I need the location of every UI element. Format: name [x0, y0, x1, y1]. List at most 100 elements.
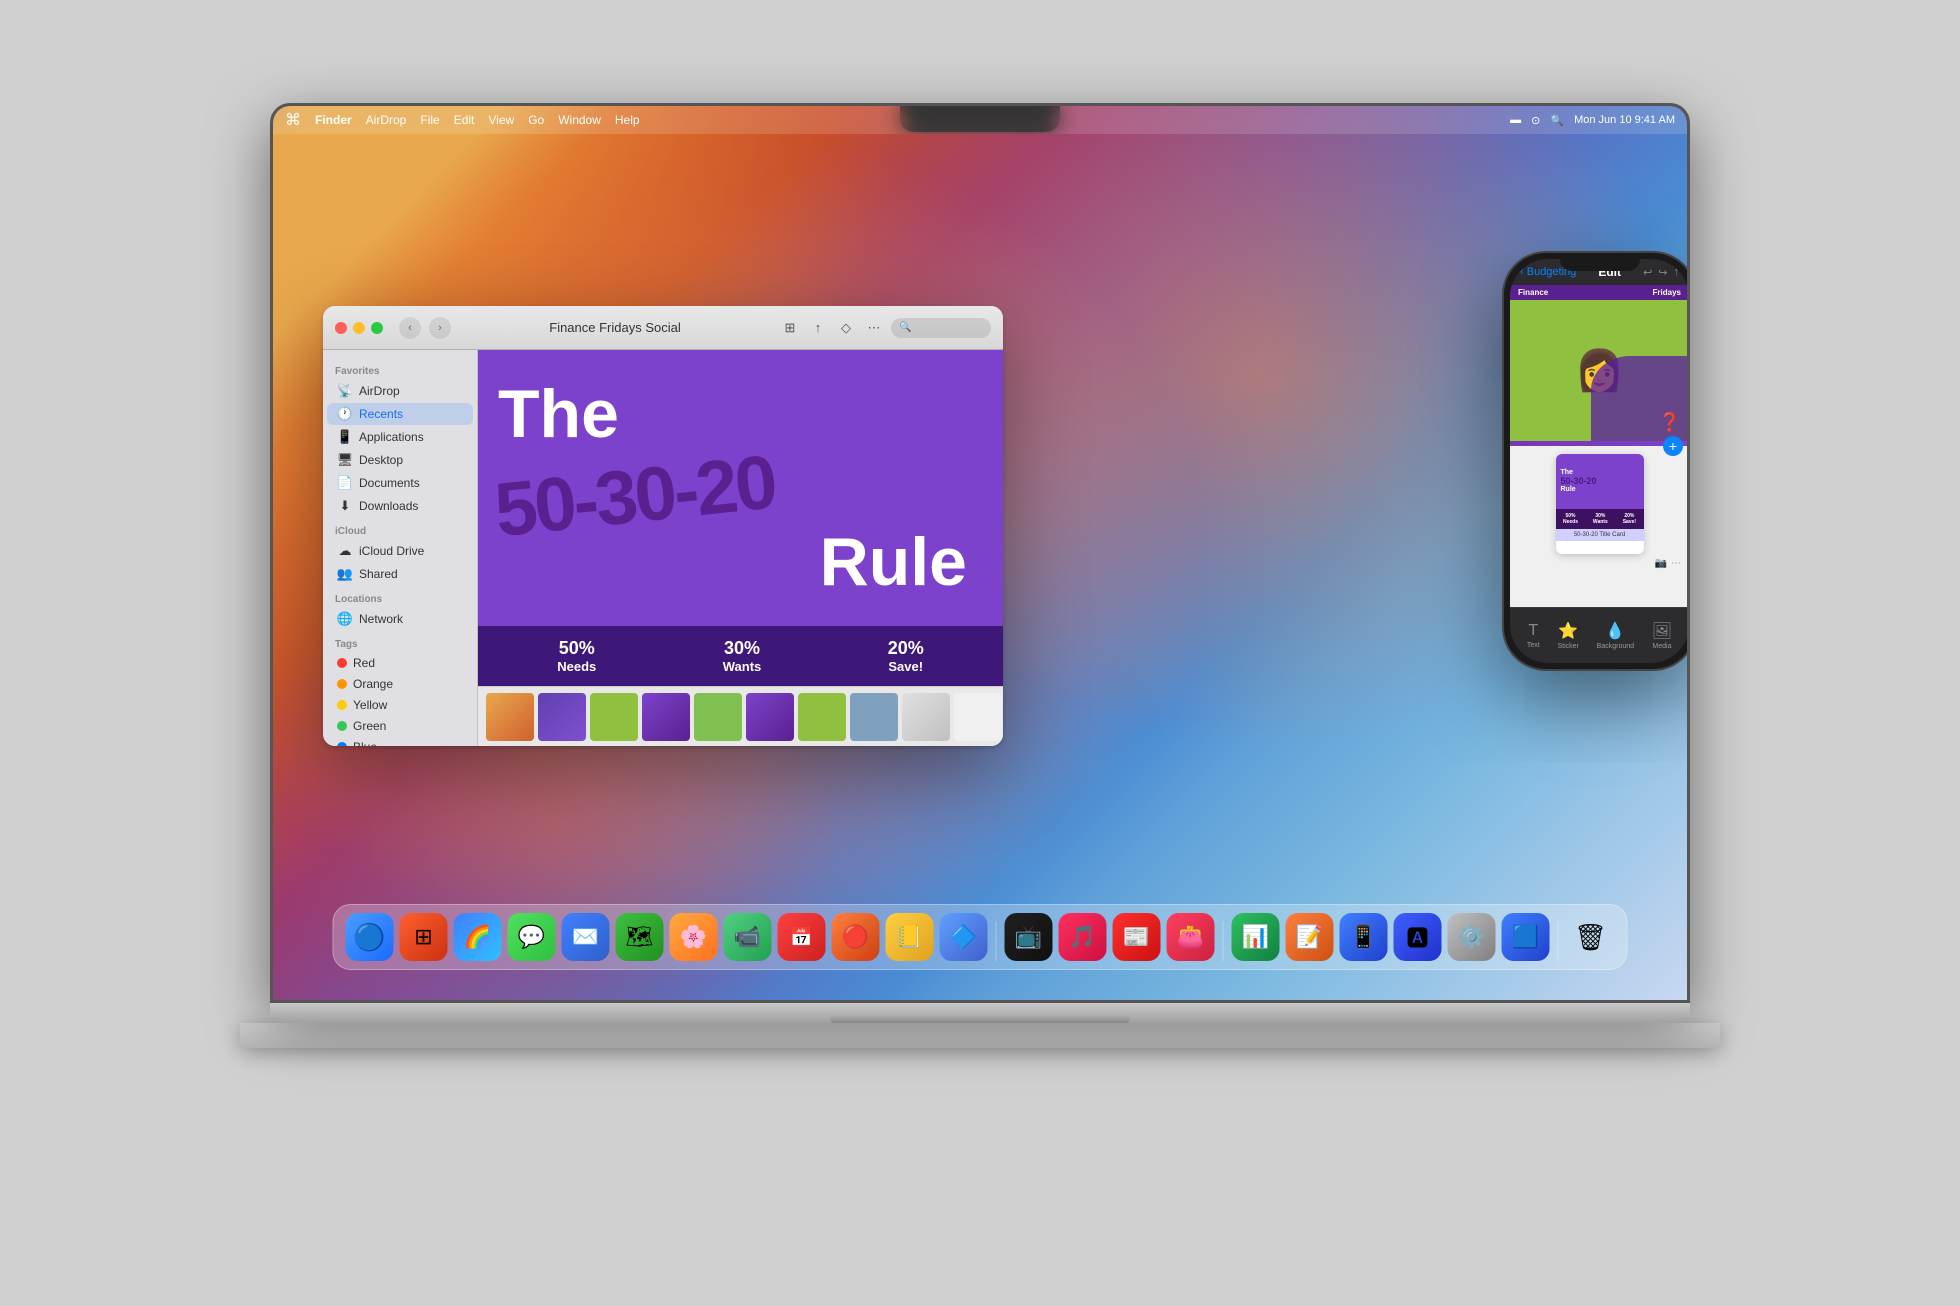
dock-notes[interactable]: 📒 [886, 913, 934, 961]
dock-numbers[interactable]: 📊 [1232, 913, 1280, 961]
sidebar-item-documents[interactable]: 📄 Documents [327, 472, 473, 494]
news-icon: 📰 [1123, 924, 1150, 950]
sidebar-item-blue[interactable]: Blue [327, 737, 473, 746]
dock-separator-2 [1223, 921, 1224, 961]
dock-tv[interactable]: 📺 [1005, 913, 1053, 961]
dock-arc[interactable]: 🌈 [454, 913, 502, 961]
filmstrip-thumb-1[interactable] [486, 693, 534, 741]
tag-button[interactable]: ◇ [835, 317, 857, 339]
sidebar-item-airdrop[interactable]: 📡 AirDrop [327, 380, 473, 402]
dock-trash[interactable]: 🗑 [1567, 913, 1615, 961]
iphone-camera-icon[interactable]: 📷 [1655, 558, 1667, 569]
notes-icon: 📒 [896, 924, 923, 950]
iphone-add-button[interactable]: + [1663, 436, 1683, 456]
sidebar-section-locations: Locations [323, 586, 477, 607]
facetime-icon: 📹 [734, 924, 761, 950]
dock-maps[interactable]: 🗺 [616, 913, 664, 961]
dock-mail[interactable]: ✉️ [562, 913, 610, 961]
iphone-tool-background[interactable]: 💧 Background [1597, 621, 1634, 650]
iphone-more-icon[interactable]: ⋯ [1671, 558, 1681, 569]
menu-file[interactable]: AirDrop [366, 113, 407, 127]
iphone-mini-card[interactable]: The 50-30-20 Rule 50%Needs 30%Wants 20%S… [1556, 454, 1644, 554]
iphone-tool-sticker[interactable]: ⭐ Sticker [1557, 621, 1578, 650]
filmstrip-thumb-9[interactable] [902, 693, 950, 741]
sidebar-item-shared[interactable]: 👥 Shared [327, 563, 473, 585]
dock-launchpad[interactable]: ⊞ [400, 913, 448, 961]
desktop-icon: 🖥 [337, 452, 353, 468]
dock-pages[interactable]: 📝 [1286, 913, 1334, 961]
filmstrip-thumb-7[interactable] [798, 693, 846, 741]
finder-content: The 50-30-20 Rule 50% Needs [478, 350, 1003, 746]
dock-app-store[interactable]: 🅰 [1394, 913, 1442, 961]
downloads-icon: ⬇ [337, 498, 353, 514]
menu-go[interactable]: Go [528, 113, 544, 127]
menu-view[interactable]: View [488, 113, 514, 127]
iphone-share[interactable]: ↑ [1674, 266, 1680, 278]
dock-finder[interactable]: 🔵 [346, 913, 394, 961]
app-name[interactable]: Finder [315, 113, 352, 127]
apple-menu[interactable]: ⌘ [285, 110, 301, 130]
menu-file-item[interactable]: File [420, 113, 439, 127]
sidebar-item-orange[interactable]: Orange [327, 674, 473, 694]
stat-needs: 50% Needs [557, 638, 596, 674]
back-button[interactable]: ‹ [399, 317, 421, 339]
menu-window[interactable]: Window [558, 113, 601, 127]
iphone-finance-card-top: Finance Fridays 👩 ❓ [1510, 285, 1687, 446]
green-tag-dot [337, 721, 347, 731]
dock-calendar[interactable]: 📅 [778, 913, 826, 961]
more-button[interactable]: ⋯ [863, 317, 885, 339]
reminders-icon: 🔴 [842, 924, 869, 950]
iphone-finance-left: Finance [1518, 288, 1548, 297]
filmstrip-thumb-2[interactable] [538, 693, 586, 741]
finder-sidebar: Favorites 📡 AirDrop 🕐 Recents 📱 Applicat… [323, 350, 478, 746]
sidebar-item-downloads[interactable]: ⬇ Downloads [327, 495, 473, 517]
menubar-left: ⌘ Finder AirDrop File Edit View Go Windo… [285, 110, 640, 130]
filmstrip-thumb-6[interactable] [746, 693, 794, 741]
sidebar-item-applications[interactable]: 📱 Applications [327, 426, 473, 448]
sidebar-item-green[interactable]: Green [327, 716, 473, 736]
close-button[interactable] [335, 322, 347, 334]
sidebar-item-icloud-drive[interactable]: ☁ iCloud Drive [327, 540, 473, 562]
search-icon[interactable]: 🔍 [1550, 114, 1564, 127]
finder-window: ‹ › Finance Fridays Social ⊞ ↑ ◇ ⋯ 🔍 [323, 306, 1003, 746]
filmstrip-thumb-3[interactable] [590, 693, 638, 741]
dock-iphone-mirror[interactable]: 📱 [1340, 913, 1388, 961]
share-button[interactable]: ↑ [807, 317, 829, 339]
dock-separator-1 [996, 921, 997, 961]
sidebar-item-network[interactable]: 🌐 Network [327, 608, 473, 630]
dock-music[interactable]: 🎵 [1059, 913, 1107, 961]
dock-freeform[interactable]: 🔷 [940, 913, 988, 961]
dock-news[interactable]: 📰 [1113, 913, 1161, 961]
filmstrip-thumb-8[interactable] [850, 693, 898, 741]
sidebar-item-yellow[interactable]: Yellow [327, 695, 473, 715]
iphone-redo[interactable]: ↪ [1658, 266, 1667, 279]
dock-system-prefs[interactable]: ⚙️ [1448, 913, 1496, 961]
view-toggle[interactable]: ⊞ [779, 317, 801, 339]
dock-wallet[interactable]: 👛 [1167, 913, 1215, 961]
systemprefs-icon: ⚙️ [1458, 924, 1485, 950]
menu-edit[interactable]: Edit [454, 113, 475, 127]
sidebar-item-red[interactable]: Red [327, 653, 473, 673]
iphone-card-label: 50-30-20 Title Card [1559, 532, 1641, 538]
iphone-toolbar: T Text ⭐ Sticker 💧 Background [1510, 607, 1687, 663]
filmstrip-thumb-5[interactable] [694, 693, 742, 741]
menu-help[interactable]: Help [615, 113, 640, 127]
dock-reminders[interactable]: 🔴 [832, 913, 880, 961]
dock-messages[interactable]: 💬 [508, 913, 556, 961]
dock-facetime[interactable]: 📹 [724, 913, 772, 961]
forward-button[interactable]: › [429, 317, 451, 339]
minimize-button[interactable] [353, 322, 365, 334]
recents-icon: 🕐 [337, 406, 353, 422]
sidebar-item-recents[interactable]: 🕐 Recents [327, 403, 473, 425]
iphone-tool-media[interactable]: 🖼 Media [1652, 621, 1672, 650]
sidebar-item-desktop[interactable]: 🖥 Desktop [327, 449, 473, 471]
filmstrip-thumb-4[interactable] [642, 693, 690, 741]
iphone-undo[interactable]: ↩ [1643, 266, 1652, 279]
iphone-screen: ‹ Budgeting Edit ↩ ↪ ↑ Fina [1510, 259, 1687, 663]
dock-terminal[interactable]: 🟦 [1502, 913, 1550, 961]
dock-photos[interactable]: 🌸 [670, 913, 718, 961]
maximize-button[interactable] [371, 322, 383, 334]
filmstrip-thumb-10[interactable] [954, 693, 1002, 741]
iphone-tool-text[interactable]: T Text [1527, 622, 1540, 649]
search-input[interactable]: 🔍 [891, 318, 991, 338]
